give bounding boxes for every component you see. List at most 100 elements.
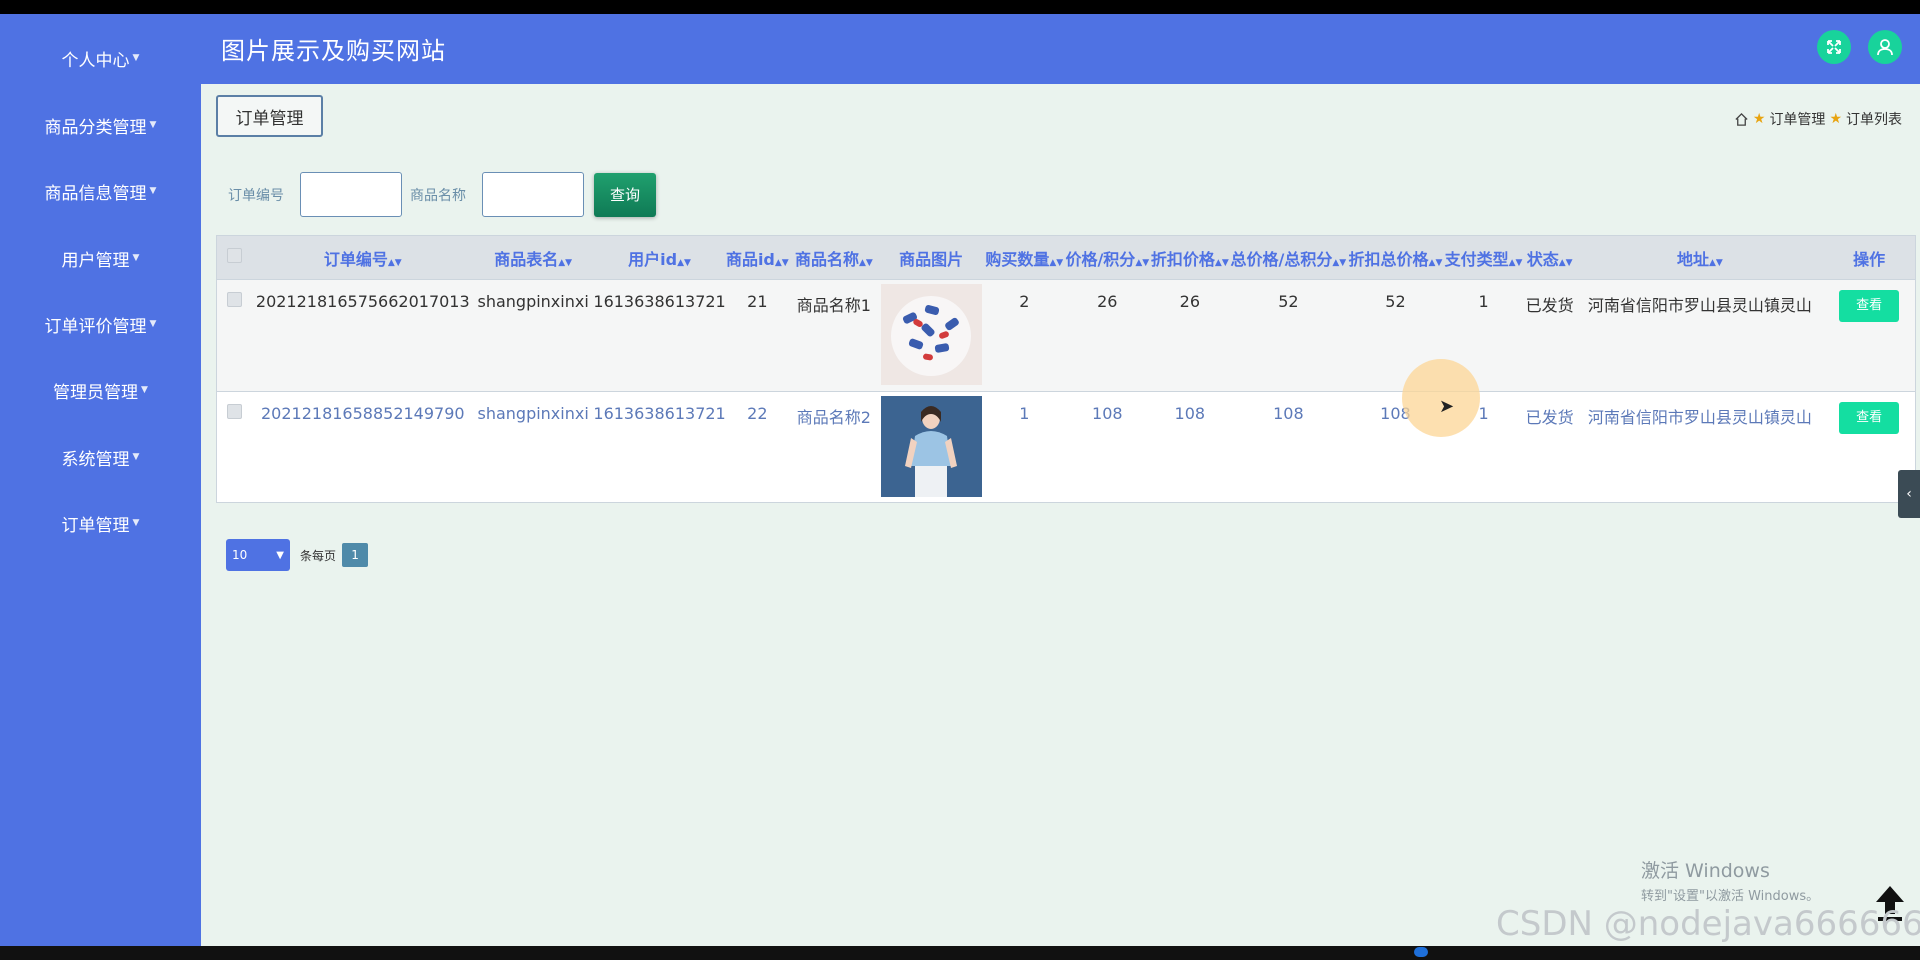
sort-icon[interactable]: ▲▼ <box>388 258 402 268</box>
column-header[interactable]: 折扣总价格▲▼ <box>1346 235 1445 280</box>
windows-activation-watermark: 激活 Windows 转到"设置"以激活 Windows。 <box>1641 856 1819 904</box>
product-image[interactable] <box>880 396 982 497</box>
sort-icon[interactable]: ▲▼ <box>677 258 691 268</box>
sort-icon[interactable]: ▲▼ <box>1135 258 1149 268</box>
sort-icon[interactable]: ▲▼ <box>558 258 572 268</box>
row-checkbox[interactable] <box>227 404 243 419</box>
star-icon: ★ <box>1829 111 1842 127</box>
row-select-cell[interactable] <box>216 391 253 503</box>
product-id-cell: 21 <box>725 279 789 392</box>
sidebar-item-label: 系统管理 <box>61 449 130 470</box>
column-header[interactable]: 商品名称▲▼ <box>788 235 879 280</box>
sidebar-item-user-management[interactable]: 用户管理 ▼ <box>0 238 201 278</box>
product-name-cell: 商品名称1 <box>788 279 879 392</box>
sort-icon[interactable]: ▲▼ <box>1215 258 1229 268</box>
qty-cell: 2 <box>983 279 1066 392</box>
fullscreen-button[interactable] <box>1817 30 1851 64</box>
taskbar-indicator <box>1414 947 1428 957</box>
table-row: 202121816575662017013 shangpinxinxi 1613… <box>216 279 1916 392</box>
view-button[interactable]: 查看 <box>1839 402 1900 434</box>
pagination: 10 ▼ 条每页 1 <box>226 539 369 571</box>
search-bar: 订单编号 商品名称 查询 <box>228 172 656 217</box>
sidebar-item-label: 订单评价管理 <box>44 316 147 337</box>
column-header[interactable]: 地址▲▼ <box>1576 235 1824 280</box>
sidebar-item-order-management[interactable]: 订单管理 ▼ <box>0 503 201 543</box>
view-button[interactable]: 查看 <box>1839 290 1900 322</box>
column-header[interactable]: 订单编号▲▼ <box>252 235 474 280</box>
total-cell: 108 <box>1230 391 1347 503</box>
sidebar-item-label: 管理员管理 <box>53 382 139 403</box>
discount-price-cell: 26 <box>1149 279 1231 392</box>
select-all-checkbox[interactable] <box>227 248 243 263</box>
caret-down-icon: ▼ <box>132 53 140 63</box>
user-id-cell: 1613638613721 <box>593 279 726 392</box>
page-number-button[interactable]: 1 <box>342 543 369 567</box>
column-header[interactable]: 商品表名▲▼ <box>473 235 594 280</box>
status-cell: 已发货 <box>1522 279 1577 392</box>
table-header-row: 订单编号▲▼ 商品表名▲▼ 用户id▲▼ 商品id▲▼ 商品名称▲▼ 商品图片 … <box>216 235 1916 280</box>
sort-icon[interactable]: ▲▼ <box>775 258 789 268</box>
mouse-cursor-icon: ➤ <box>1439 396 1455 417</box>
breadcrumb: ★ 订单管理 ★ 订单列表 <box>1734 109 1902 129</box>
select-all-header[interactable] <box>216 235 253 280</box>
sidebar-item-label: 用户管理 <box>61 250 130 271</box>
page-size-value: 10 <box>232 548 248 562</box>
breadcrumb-item: 订单列表 <box>1846 112 1902 128</box>
sidebar-item-admin-management[interactable]: 管理员管理 ▼ <box>0 370 201 410</box>
column-header[interactable]: 用户id▲▼ <box>593 235 726 280</box>
user-icon <box>1877 39 1893 56</box>
sidebar-item-review-management[interactable]: 订单评价管理 ▼ <box>0 304 201 344</box>
sidebar-item-system-management[interactable]: 系统管理 ▼ <box>0 437 201 477</box>
breadcrumb-item[interactable]: 订单管理 <box>1769 109 1825 129</box>
sidebar-item-product-management[interactable]: 商品信息管理 ▼ <box>0 171 201 211</box>
column-header[interactable]: 支付类型▲▼ <box>1444 235 1523 280</box>
caret-down-icon: ▼ <box>149 319 157 329</box>
product-image-cell <box>878 391 984 503</box>
collapse-panel-button[interactable]: ‹ <box>1898 470 1920 518</box>
sidebar-item-label: 商品分类管理 <box>44 117 147 138</box>
page-tab-title[interactable]: 订单管理 <box>216 95 323 137</box>
home-icon[interactable] <box>1734 112 1749 127</box>
sort-icon[interactable]: ▲▼ <box>1429 258 1443 268</box>
total-cell: 52 <box>1230 279 1347 392</box>
product-image[interactable] <box>880 284 982 385</box>
sort-icon[interactable]: ▲▼ <box>1709 258 1723 268</box>
row-checkbox[interactable] <box>227 292 243 307</box>
table-name-cell: shangpinxinxi <box>473 279 594 392</box>
caret-down-icon: ▼ <box>149 120 157 130</box>
discount-price-cell: 108 <box>1149 391 1231 503</box>
product-name-cell: 商品名称2 <box>788 391 879 503</box>
sidebar-item-label: 订单管理 <box>61 515 130 536</box>
order-no-cell: 20212181658852149790 <box>252 391 474 503</box>
product-name-label: 商品名称 <box>410 187 466 204</box>
product-image-cell <box>878 279 984 392</box>
sort-icon[interactable]: ▲▼ <box>1509 258 1523 268</box>
sidebar-item-personal-center[interactable]: 个人中心 ▼ <box>0 38 201 78</box>
page-size-select[interactable]: 10 ▼ <box>226 539 290 571</box>
column-header[interactable]: 总价格/总积分▲▼ <box>1230 235 1347 280</box>
column-header[interactable]: 购买数量▲▼ <box>983 235 1066 280</box>
chevron-down-icon: ▼ <box>276 549 284 561</box>
order-no-input[interactable] <box>300 172 402 217</box>
column-header: 商品图片 <box>878 235 984 280</box>
query-button[interactable]: 查询 <box>594 172 656 217</box>
sort-icon[interactable]: ▲▼ <box>1049 258 1063 268</box>
column-header[interactable]: 状态▲▼ <box>1522 235 1577 280</box>
column-header[interactable]: 商品id▲▼ <box>725 235 789 280</box>
user-menu-button[interactable] <box>1868 30 1902 64</box>
caret-down-icon: ▼ <box>132 518 140 528</box>
address-cell: 河南省信阳市罗山县灵山镇灵山 <box>1576 391 1824 503</box>
product-name-input[interactable] <box>482 172 584 217</box>
sort-icon[interactable]: ▲▼ <box>1332 258 1346 268</box>
sort-icon[interactable]: ▲▼ <box>859 258 873 268</box>
row-select-cell[interactable] <box>216 279 253 392</box>
sort-icon[interactable]: ▲▼ <box>1559 258 1573 268</box>
column-header[interactable]: 价格/积分▲▼ <box>1065 235 1150 280</box>
status-cell: 已发货 <box>1522 391 1577 503</box>
column-header[interactable]: 折扣价格▲▼ <box>1149 235 1231 280</box>
sidebar-item-category-management[interactable]: 商品分类管理 ▼ <box>0 105 201 145</box>
action-cell: 查看 <box>1823 279 1916 392</box>
column-header: 操作 <box>1823 235 1916 280</box>
address-cell: 河南省信阳市罗山县灵山镇灵山 <box>1576 279 1824 392</box>
order-no-cell: 202121816575662017013 <box>252 279 474 392</box>
